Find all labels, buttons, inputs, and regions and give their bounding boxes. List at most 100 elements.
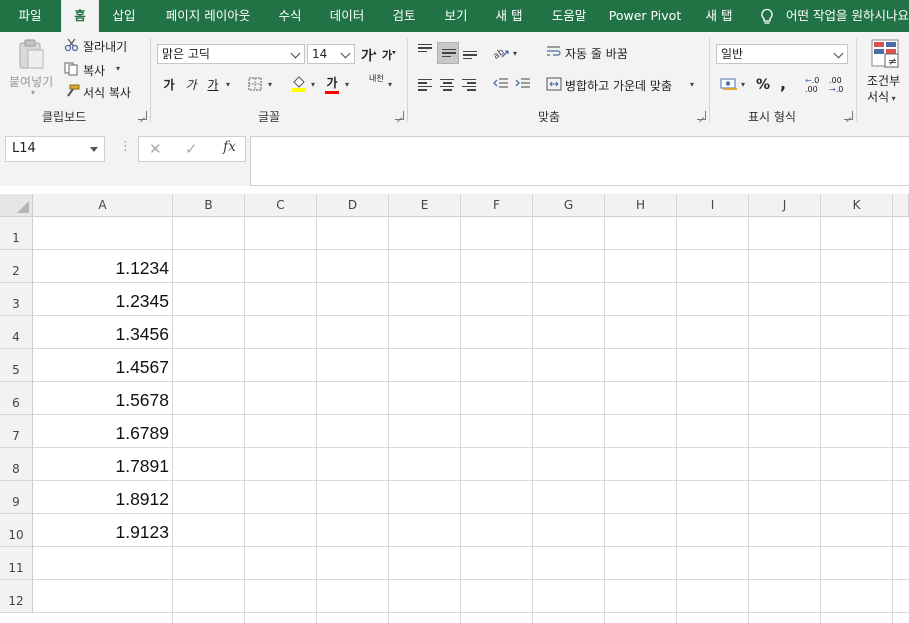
increase-indent-icon[interactable] bbox=[515, 77, 531, 94]
row-header[interactable]: 9 bbox=[0, 481, 33, 514]
cell-a7[interactable]: 1.6789 bbox=[33, 415, 173, 448]
decrease-font-size-button[interactable]: 가▾ bbox=[382, 47, 396, 63]
cell-a9[interactable]: 1.8912 bbox=[33, 481, 173, 514]
align-middle-button[interactable] bbox=[437, 42, 459, 64]
conditional-formatting-button[interactable]: 조건부 bbox=[867, 72, 900, 89]
column-header-f[interactable]: F bbox=[461, 194, 533, 217]
align-left-icon[interactable] bbox=[418, 79, 432, 93]
row-header[interactable]: 1 bbox=[0, 217, 33, 250]
tab-insert[interactable]: 삽입 bbox=[102, 0, 146, 32]
row-header[interactable]: 7 bbox=[0, 415, 33, 448]
enter-check-icon[interactable]: ✓ bbox=[185, 140, 198, 158]
row-header[interactable]: 5 bbox=[0, 349, 33, 382]
wrap-text-icon[interactable] bbox=[546, 44, 562, 63]
bold-button[interactable]: 가 bbox=[160, 75, 178, 93]
name-box[interactable]: L14 bbox=[5, 136, 105, 162]
worksheet-grid[interactable]: ABCDEFGHIJK 1 2 3 4 5 6 7 8 9 10 11 12 1.1234 1.2345… bbox=[0, 194, 909, 623]
tab-file[interactable]: 파일 bbox=[8, 0, 52, 32]
orientation-icon[interactable]: ab bbox=[492, 44, 512, 63]
copy-button[interactable]: 복사 bbox=[83, 62, 105, 79]
cell-a10[interactable]: 1.9123 bbox=[33, 514, 173, 547]
cut-button[interactable]: 잘라내기 bbox=[83, 38, 127, 55]
cell-a6[interactable]: 1.5678 bbox=[33, 382, 173, 415]
increase-decimal-button[interactable]: ←.0.00 bbox=[805, 76, 823, 94]
tab-page-layout[interactable]: 페이지 레이아웃 bbox=[158, 0, 258, 32]
percent-button[interactable]: % bbox=[756, 77, 770, 93]
underline-dropdown-icon[interactable]: ▾ bbox=[226, 80, 230, 89]
tab-power-pivot[interactable]: Power Pivot bbox=[606, 0, 684, 32]
align-bottom-icon[interactable] bbox=[463, 51, 477, 61]
conditional-formatting-icon[interactable]: ≠ bbox=[870, 38, 900, 73]
row-header[interactable]: 8 bbox=[0, 448, 33, 481]
tab-new-tab-1[interactable]: 새 탭 bbox=[486, 0, 532, 32]
cell-a3[interactable]: 1.2345 bbox=[33, 283, 173, 316]
alignment-launcher-icon[interactable] bbox=[697, 111, 706, 120]
column-header-partial[interactable] bbox=[893, 194, 909, 217]
formula-input[interactable] bbox=[250, 136, 909, 186]
align-top-icon[interactable] bbox=[418, 44, 432, 54]
tab-data[interactable]: 데이터 bbox=[322, 0, 372, 32]
tab-formulas[interactable]: 수식 bbox=[268, 0, 312, 32]
more-vertical-icon[interactable]: ⋮ bbox=[119, 140, 132, 154]
tab-home[interactable]: 홈 bbox=[61, 0, 99, 32]
phonetic-dropdown-icon[interactable]: ▾ bbox=[388, 80, 392, 89]
align-right-icon[interactable] bbox=[462, 79, 476, 93]
copy-icon[interactable] bbox=[64, 62, 80, 79]
tab-new-tab-2[interactable]: 새 탭 bbox=[696, 0, 742, 32]
border-dropdown-icon[interactable]: ▾ bbox=[268, 80, 272, 89]
column-header-g[interactable]: G bbox=[533, 194, 605, 217]
row-header[interactable]: 4 bbox=[0, 316, 33, 349]
format-painter-button[interactable]: 서식 복사 bbox=[83, 84, 131, 101]
cell-a11[interactable] bbox=[33, 547, 173, 580]
row-header[interactable]: 2 bbox=[0, 250, 33, 283]
merge-center-button[interactable]: 병합하고 가운데 맞춤 bbox=[565, 77, 672, 94]
column-header-j[interactable]: J bbox=[749, 194, 821, 217]
italic-button[interactable]: 가 bbox=[182, 75, 200, 93]
tell-me-search[interactable]: 어떤 작업을 원하시나요 bbox=[786, 0, 909, 32]
font-size-select[interactable]: 14 bbox=[307, 44, 355, 64]
font-launcher-icon[interactable] bbox=[395, 111, 404, 120]
border-icon[interactable] bbox=[248, 77, 262, 94]
underline-button[interactable]: 가 bbox=[204, 75, 222, 93]
column-header-d[interactable]: D bbox=[317, 194, 389, 217]
cut-icon[interactable] bbox=[64, 38, 80, 55]
copy-dropdown-icon[interactable]: ▾ bbox=[116, 64, 120, 73]
cell-a12[interactable] bbox=[33, 580, 173, 613]
tab-view[interactable]: 보기 bbox=[436, 0, 476, 32]
column-header-c[interactable]: C bbox=[245, 194, 317, 217]
accounting-dropdown-icon[interactable]: ▾ bbox=[741, 80, 745, 89]
decrease-indent-icon[interactable] bbox=[493, 77, 509, 94]
tab-help[interactable]: 도움말 bbox=[542, 0, 596, 32]
clipboard-launcher-icon[interactable] bbox=[138, 111, 147, 120]
number-format-select[interactable]: 일반 bbox=[716, 44, 848, 64]
tab-review[interactable]: 검토 bbox=[384, 0, 424, 32]
column-header-i[interactable]: I bbox=[677, 194, 749, 217]
row-header[interactable]: 10 bbox=[0, 514, 33, 547]
orientation-dropdown-icon[interactable]: ▾ bbox=[513, 49, 517, 58]
column-header-k[interactable]: K bbox=[821, 194, 893, 217]
lightbulb-icon[interactable] bbox=[760, 8, 774, 28]
cell-a1[interactable] bbox=[33, 217, 173, 250]
wrap-text-button[interactable]: 자동 줄 바꿈 bbox=[565, 45, 628, 62]
select-all-button[interactable] bbox=[0, 194, 33, 217]
column-header-a[interactable]: A bbox=[33, 194, 173, 217]
column-header-b[interactable]: B bbox=[173, 194, 245, 217]
row-header[interactable]: 11 bbox=[0, 547, 33, 580]
row-header[interactable]: 12 bbox=[0, 580, 33, 613]
comma-button[interactable]: , bbox=[780, 74, 786, 93]
format-painter-icon[interactable] bbox=[64, 84, 80, 101]
cell-a2[interactable]: 1.1234 bbox=[33, 250, 173, 283]
decrease-decimal-button[interactable]: .00 →.0 bbox=[829, 76, 847, 94]
column-header-h[interactable]: H bbox=[605, 194, 677, 217]
name-box-dropdown-icon[interactable] bbox=[90, 147, 98, 152]
conditional-formatting-button-line2[interactable]: 서식 ▾ bbox=[867, 88, 896, 105]
increase-font-size-button[interactable]: 가▴ bbox=[361, 45, 376, 64]
merge-center-icon[interactable] bbox=[546, 77, 562, 94]
paste-icon[interactable] bbox=[12, 38, 52, 74]
font-color-dropdown-icon[interactable]: ▾ bbox=[345, 80, 349, 89]
accounting-format-icon[interactable] bbox=[720, 77, 738, 94]
cell-a8[interactable]: 1.7891 bbox=[33, 448, 173, 481]
cell-a4[interactable]: 1.3456 bbox=[33, 316, 173, 349]
fill-color-icon[interactable] bbox=[291, 75, 307, 96]
font-color-button[interactable]: 가 bbox=[325, 74, 339, 94]
